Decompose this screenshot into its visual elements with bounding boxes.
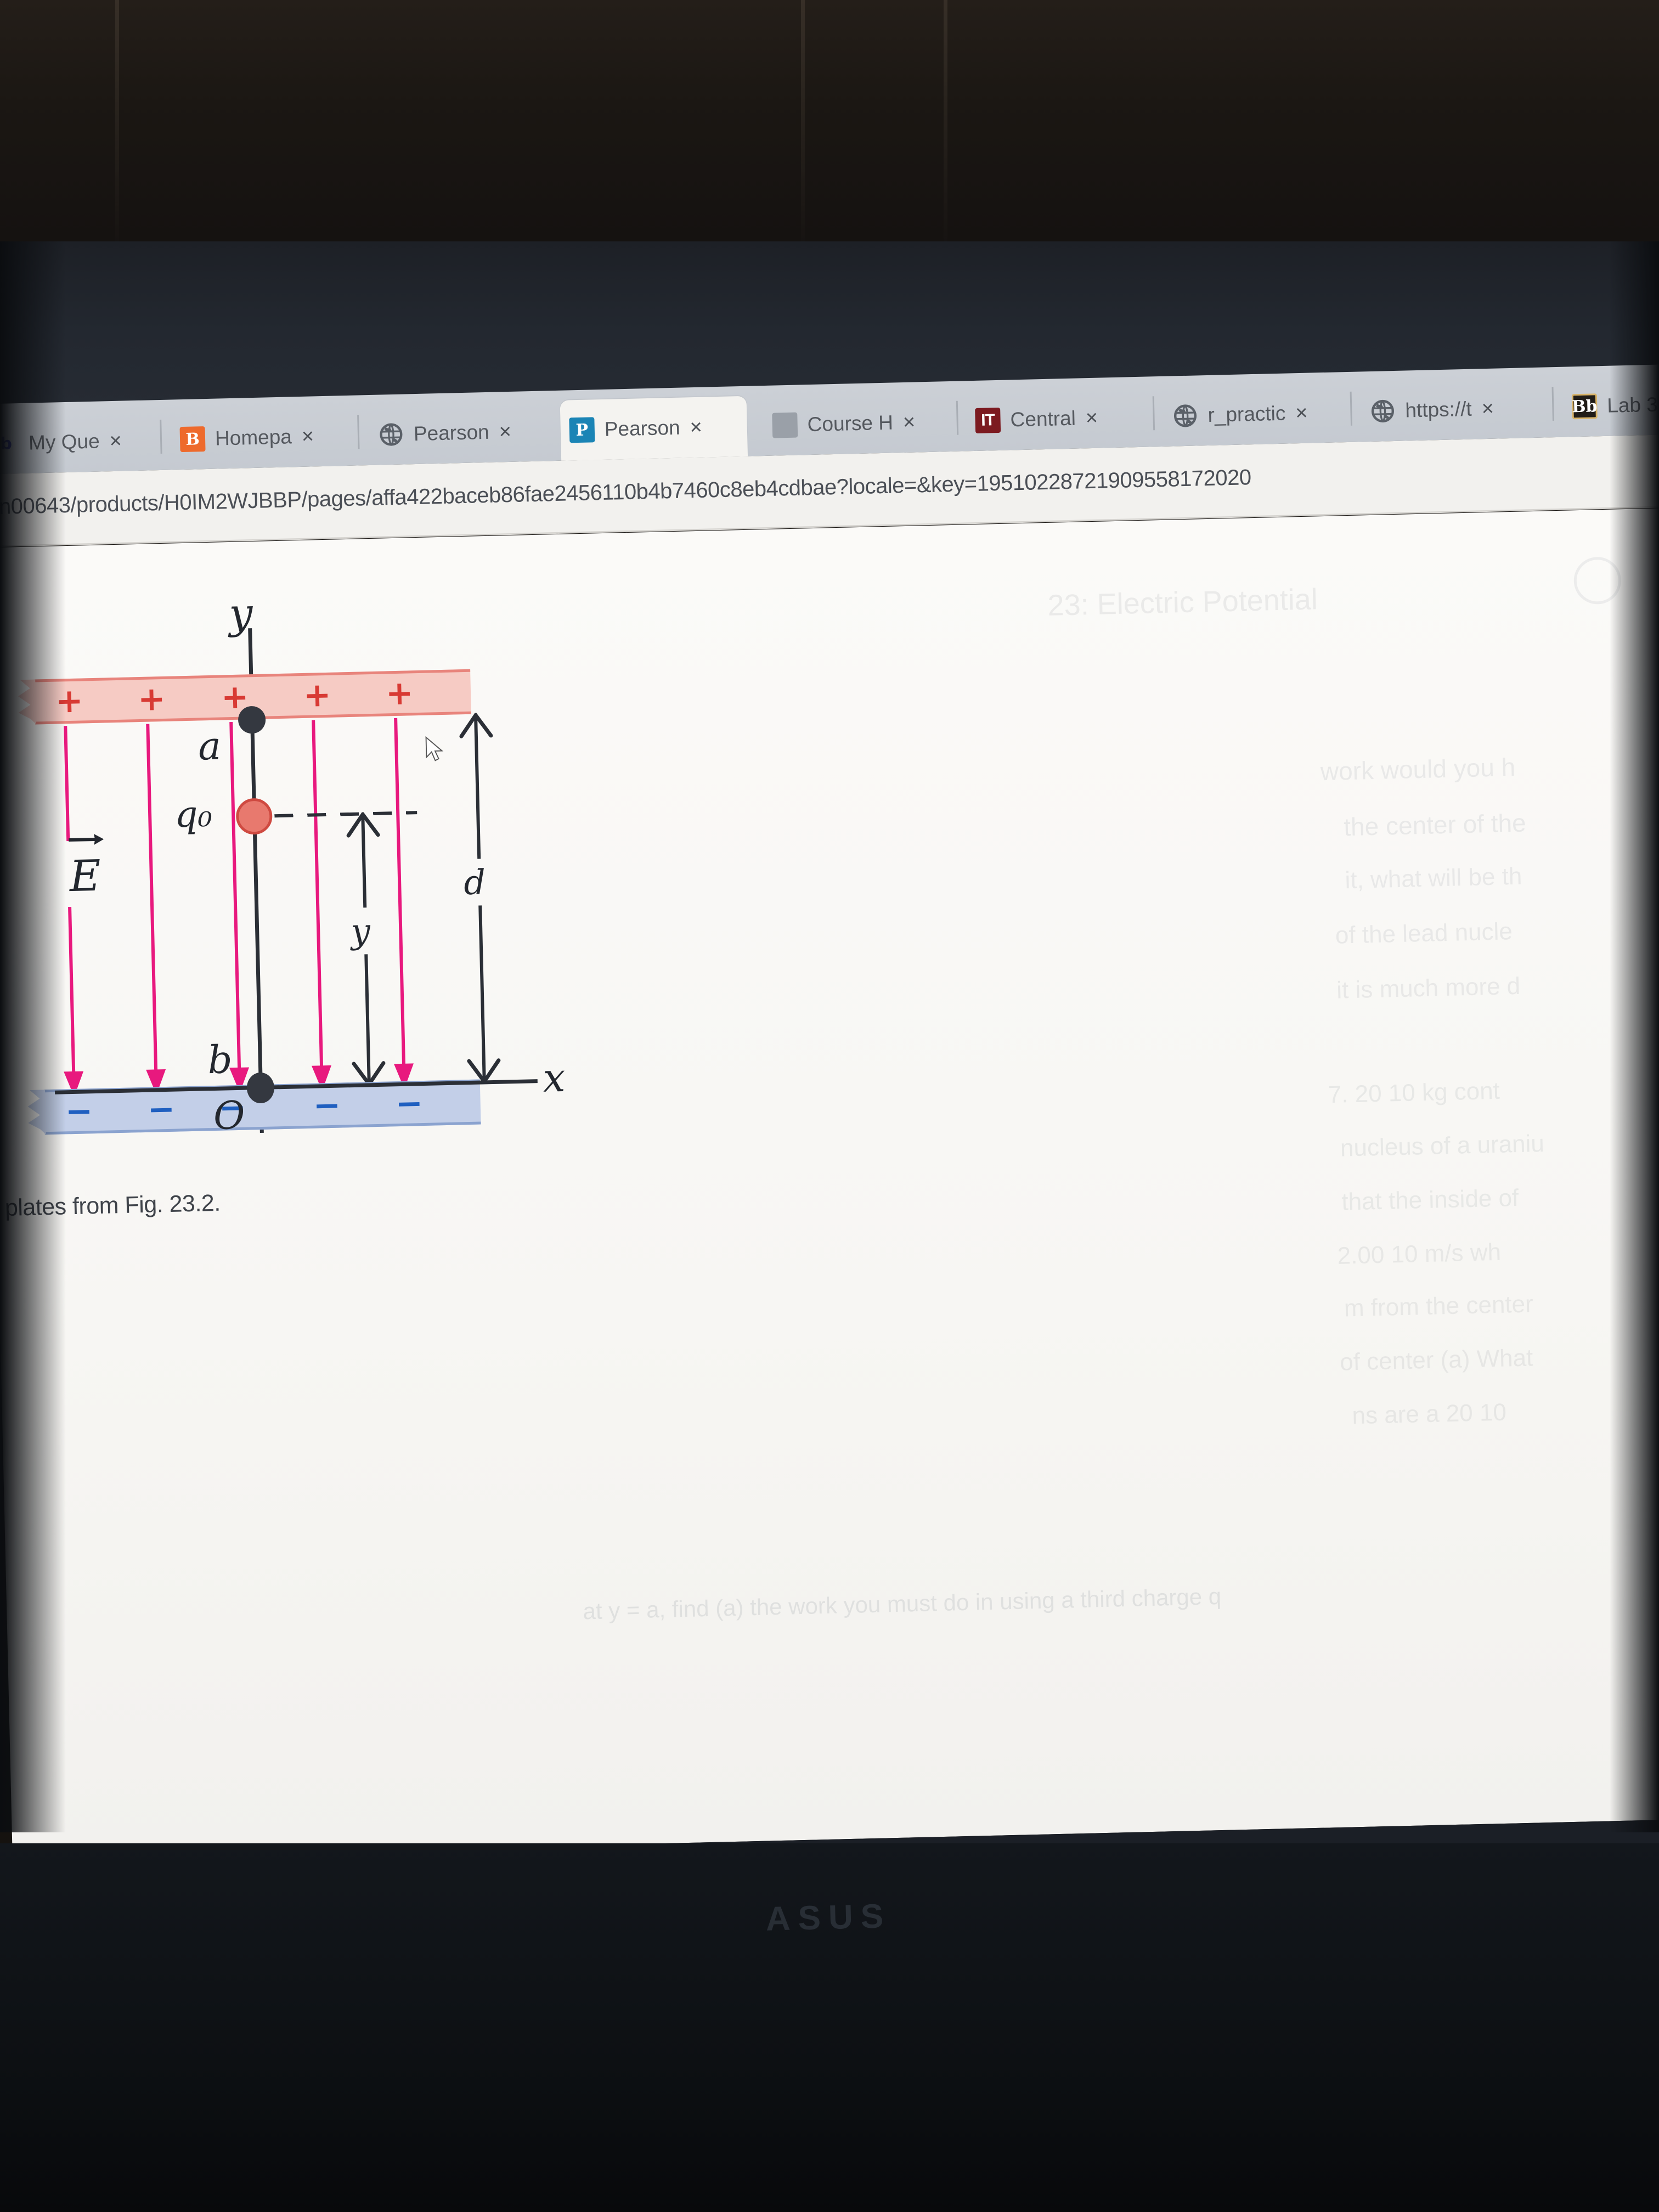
tab-title: Course H bbox=[807, 411, 894, 436]
ghost-line: that the inside of bbox=[1341, 1184, 1519, 1216]
origin-label: O bbox=[213, 1092, 246, 1139]
ghost-line: work would you h bbox=[1320, 752, 1516, 786]
blackboard-icon: Bb bbox=[1572, 393, 1598, 420]
tab-title: r_practic bbox=[1207, 402, 1286, 426]
mouse-cursor bbox=[425, 736, 444, 761]
photo-right-vignette bbox=[1610, 241, 1659, 1832]
tab-title: Pearson bbox=[413, 420, 490, 445]
tab-close-icon[interactable]: × bbox=[902, 410, 915, 435]
test-charge-marker bbox=[235, 798, 273, 835]
ghost-line: it, what will be th bbox=[1344, 862, 1522, 894]
tab-title: Homepa bbox=[215, 425, 292, 450]
point-a-marker bbox=[238, 706, 266, 734]
tab-close-icon[interactable]: × bbox=[690, 415, 702, 439]
ghost-line: the center of the bbox=[1343, 808, 1527, 842]
electric-field-line bbox=[146, 724, 167, 1095]
ghost-line: nucleus of a uraniu bbox=[1340, 1130, 1545, 1162]
electric-field-line bbox=[229, 721, 250, 1093]
etextbook-page: 23: Electric Potential work would you h … bbox=[0, 507, 1659, 1859]
browser-tab-2[interactable]: Pearson × bbox=[369, 400, 551, 465]
tab-close-icon[interactable]: × bbox=[1085, 406, 1098, 430]
ghost-line: m from the center bbox=[1344, 1290, 1534, 1322]
browser-tab-6[interactable]: r_practic × bbox=[1163, 382, 1340, 447]
vector-arrow-icon bbox=[69, 834, 104, 845]
tab-close-icon[interactable]: × bbox=[499, 420, 511, 444]
dark-background-above-screen bbox=[0, 0, 1659, 258]
electric-field-line bbox=[393, 718, 415, 1090]
laptop-screen-photo: b My Que × B Homepa × Pearson × P Pearso bbox=[0, 0, 1659, 2212]
it-icon: IT bbox=[975, 407, 1001, 433]
ghost-line: of center (a) What bbox=[1339, 1344, 1533, 1376]
tab-close-icon[interactable]: × bbox=[109, 429, 122, 453]
plate-separation-label: d bbox=[455, 858, 494, 906]
x-axis-label: x bbox=[542, 1054, 566, 1101]
tab-title: https://t bbox=[1404, 397, 1472, 422]
arrowhead-up-icon bbox=[459, 712, 493, 738]
browser-tab-3-active[interactable]: P Pearson × bbox=[560, 396, 748, 461]
browser-tab-4[interactable]: Course H × bbox=[763, 391, 945, 456]
parallel-plate-capacitor-figure: y + + + + + E a q₀ y d − − − − − x b O bbox=[18, 589, 606, 1177]
tab-close-icon[interactable]: × bbox=[1481, 397, 1494, 421]
ghost-line: 7. 20 10 kg cont bbox=[1328, 1077, 1500, 1109]
tab-title: Central bbox=[1010, 407, 1076, 431]
plate-charge-sign: + bbox=[385, 674, 414, 713]
pearson-p-icon: P bbox=[569, 417, 595, 443]
plate-charge-sign: − bbox=[65, 1092, 93, 1131]
tab-close-icon[interactable]: × bbox=[301, 425, 314, 449]
plate-charge-sign: + bbox=[137, 679, 166, 719]
ghost-line: at y = a, find (a) the work you must do … bbox=[583, 1583, 1222, 1624]
screen-content: b My Que × B Homepa × Pearson × P Pearso bbox=[0, 364, 1659, 1996]
ghost-line: it is much more d bbox=[1336, 972, 1521, 1004]
point-a-label: a bbox=[198, 723, 222, 769]
ghost-line: of the lead nucle bbox=[1335, 918, 1513, 949]
electric-field-vector-label: E bbox=[69, 834, 104, 901]
y-distance-dimension: y bbox=[342, 811, 386, 1087]
globe-icon bbox=[1370, 398, 1396, 424]
photo-left-vignette bbox=[0, 241, 66, 1832]
plate-charge-sign: − bbox=[394, 1084, 424, 1124]
tab-title: Pearson bbox=[604, 416, 681, 441]
test-charge-label: q₀ bbox=[174, 792, 213, 836]
point-b-label: b bbox=[207, 1037, 233, 1083]
orange-b-icon: B bbox=[179, 426, 206, 453]
browser-tab-5[interactable]: IT Central × bbox=[966, 387, 1143, 452]
electric-field-line bbox=[312, 720, 332, 1091]
browser-tab-1[interactable]: B Homepa × bbox=[171, 405, 348, 470]
plate-charge-sign: − bbox=[146, 1090, 176, 1129]
browser-tab-7[interactable]: https://t × bbox=[1361, 377, 1543, 442]
asus-brand-logo: ASUS bbox=[765, 1897, 891, 1938]
arrowhead-up-icon bbox=[346, 811, 380, 838]
globe-icon bbox=[378, 422, 404, 448]
ghost-line: ns are a 20 10 bbox=[1351, 1398, 1507, 1430]
tab-close-icon[interactable]: × bbox=[1295, 401, 1308, 425]
plate-charge-sign: − bbox=[312, 1086, 341, 1125]
y-distance-label: y bbox=[342, 907, 379, 955]
globe-icon bbox=[1172, 403, 1198, 428]
document-icon bbox=[772, 412, 798, 438]
plate-charge-sign: + bbox=[303, 675, 332, 715]
ghost-line: 2.00 10 m/s wh bbox=[1337, 1238, 1502, 1269]
plate-separation-dimension: d bbox=[455, 712, 501, 1085]
ghost-heading: 23: Electric Potential bbox=[1047, 583, 1318, 622]
